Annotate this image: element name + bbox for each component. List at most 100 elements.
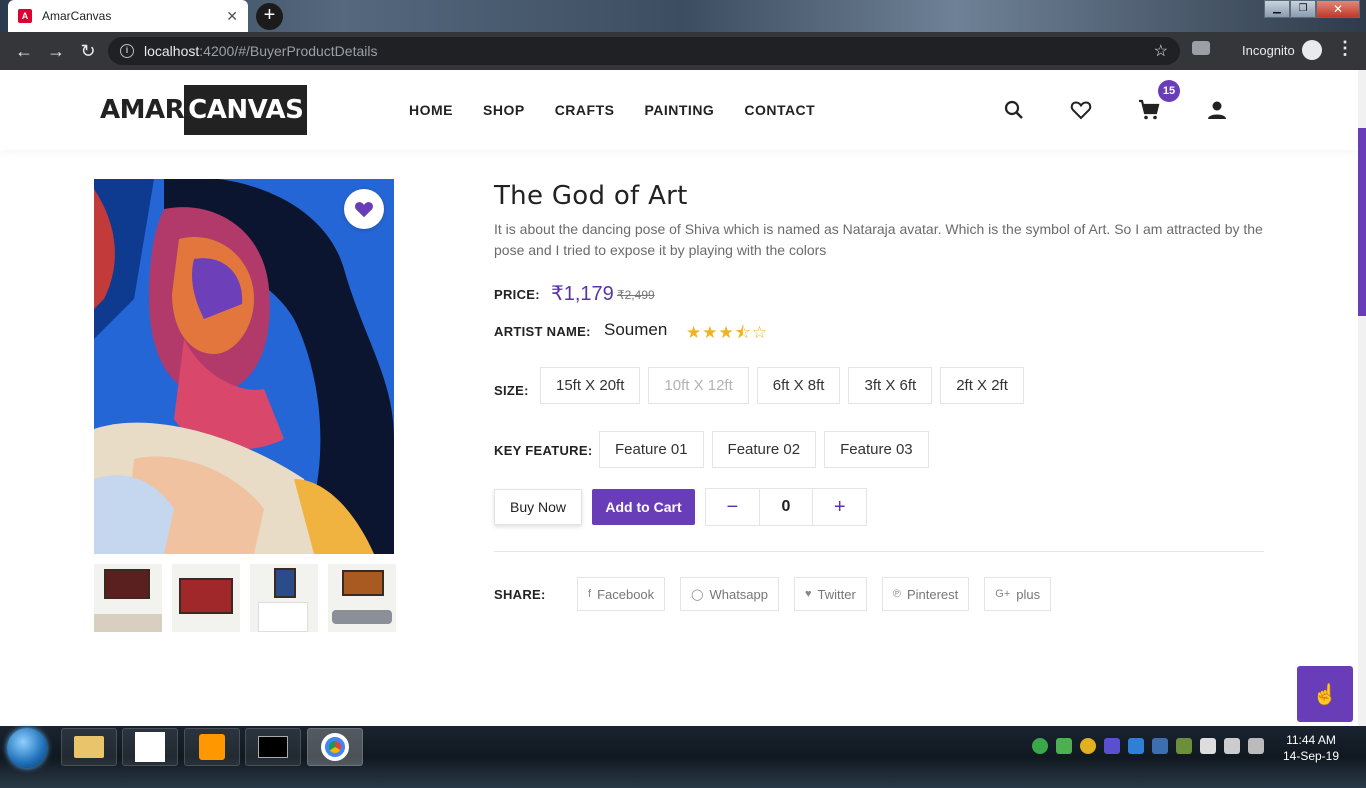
tray-tool-icon[interactable] (1152, 738, 1168, 754)
add-to-cart-button[interactable]: Add to Cart (592, 489, 695, 525)
size-option-2x2[interactable]: 2ft X 2ft (940, 367, 1024, 404)
tray-app-icon[interactable] (1104, 738, 1120, 754)
close-tab-icon[interactable]: ✕ (226, 8, 238, 25)
cart-icon[interactable] (1137, 98, 1161, 122)
thumbnail-4[interactable] (328, 564, 396, 632)
decrease-quantity-button[interactable]: − (706, 489, 759, 525)
pinterest-icon: ℗ (892, 588, 901, 600)
tray-notification-icon[interactable] (1032, 738, 1048, 754)
tab-title: AmarCanvas (42, 9, 112, 23)
painting-portrait-image (94, 179, 394, 554)
rating-stars-icon: ★★★⯪☆ (686, 323, 769, 342)
filled-heart-icon (355, 202, 373, 218)
action-center-flag-icon[interactable] (1200, 738, 1216, 754)
forward-icon[interactable]: → (40, 35, 72, 67)
close-window-button[interactable]: ✕ (1316, 0, 1360, 18)
tray-chrome-icon[interactable] (1080, 738, 1096, 754)
share-facebook-button[interactable]: f Facebook (577, 577, 666, 611)
favorite-button[interactable] (344, 189, 384, 229)
wishlist-heart-icon[interactable] (1069, 98, 1093, 122)
file-explorer-taskbar-icon[interactable] (61, 728, 117, 766)
nav-painting[interactable]: PAINTING (644, 102, 714, 118)
new-tab-button[interactable]: + (256, 3, 283, 30)
size-label: SIZE: (494, 383, 529, 398)
buy-now-button[interactable]: Buy Now (494, 489, 582, 525)
clock-time: 11:44 AM (1286, 733, 1336, 747)
thumbnail-3[interactable] (250, 564, 318, 632)
page-scrollbar-thumb[interactable] (1358, 128, 1366, 316)
incognito-icon[interactable] (1302, 40, 1322, 60)
taskbar-clock[interactable]: 11:44 AM 14-Sep-19 (1278, 732, 1344, 764)
section-divider (494, 551, 1264, 552)
address-bar[interactable]: i localhost:4200/#/BuyerProductDetails ☆ (108, 37, 1180, 65)
thumbnail-2[interactable] (172, 564, 240, 632)
bookmark-star-icon[interactable]: ☆ (1154, 41, 1168, 61)
share-buttons: f Facebook ◯ Whatsapp ♥ Twitter ℗ Pinter… (577, 577, 1052, 611)
account-icon[interactable] (1205, 98, 1229, 122)
system-tray (1032, 738, 1264, 754)
share-label: SHARE: (494, 587, 546, 602)
browser-tab-strip: A AmarCanvas ✕ + ▁ ❐ ✕ (0, 0, 1366, 32)
browser-tab[interactable]: A AmarCanvas ✕ (8, 0, 248, 32)
reload-icon[interactable]: ↻ (72, 35, 104, 67)
size-option-10x12[interactable]: 10ft X 12ft (648, 367, 749, 404)
share-whatsapp-button[interactable]: ◯ Whatsapp (680, 577, 780, 611)
chrome-taskbar-icon[interactable] (307, 728, 363, 766)
share-pinterest-button[interactable]: ℗ Pinterest (881, 577, 970, 611)
site-logo[interactable]: AMAR CANVAS (100, 85, 308, 135)
facebook-icon: f (588, 588, 592, 600)
size-options: 15ft X 20ft 10ft X 12ft 6ft X 8ft 3ft X … (540, 367, 1024, 404)
floating-action-button[interactable]: ☝ (1297, 666, 1353, 722)
search-icon[interactable] (1002, 98, 1026, 122)
share-twitter-button[interactable]: ♥ Twitter (794, 577, 867, 611)
original-price: ₹2,499 (617, 288, 655, 302)
share-twitter-label: Twitter (817, 586, 856, 602)
product-description: It is about the dancing pose of Shiva wh… (494, 221, 1263, 258)
key-feature-label: KEY FEATURE: (494, 443, 593, 458)
tray-check-icon[interactable] (1056, 738, 1072, 754)
volume-icon[interactable] (1248, 738, 1264, 754)
command-prompt-taskbar-icon[interactable] (245, 728, 301, 766)
site-header: AMAR CANVAS HOME SHOP CRAFTS PAINTING CO… (0, 70, 1358, 150)
size-option-6x8[interactable]: 6ft X 8ft (756, 367, 841, 404)
share-googleplus-label: plus (1016, 586, 1041, 602)
nav-contact[interactable]: CONTACT (744, 102, 815, 118)
url-path: :4200/#/BuyerProductDetails (199, 43, 378, 59)
nav-crafts[interactable]: CRAFTS (555, 102, 615, 118)
back-icon[interactable]: ← (8, 35, 40, 67)
current-price: ₹1,179 (551, 283, 614, 305)
network-icon[interactable] (1224, 738, 1240, 754)
share-googleplus-button[interactable]: G+ plus (984, 577, 1052, 611)
sublime-text-taskbar-icon[interactable] (184, 728, 240, 766)
artist-name: Soumen (604, 320, 668, 339)
angular-favicon-icon: A (18, 9, 32, 23)
whatsapp-icon: ◯ (691, 588, 704, 601)
google-plus-icon: G+ (995, 588, 1011, 600)
increase-quantity-button[interactable]: + (813, 489, 866, 525)
artist-label: ARTIST NAME: (494, 324, 591, 339)
tray-network-app-icon[interactable] (1128, 738, 1144, 754)
site-info-icon[interactable]: i (120, 44, 134, 58)
start-button[interactable] (7, 728, 47, 768)
nav-home[interactable]: HOME (409, 102, 453, 118)
nav-shop[interactable]: SHOP (483, 102, 525, 118)
maximize-window-button[interactable]: ❐ (1290, 0, 1316, 18)
thumbnail-1[interactable] (94, 564, 162, 632)
tray-security-icon[interactable] (1176, 738, 1192, 754)
share-pinterest-label: Pinterest (906, 586, 959, 602)
minimize-window-button[interactable]: ▁ (1264, 0, 1290, 18)
quantity-stepper: − 0 + (705, 488, 867, 526)
quantity-value[interactable]: 0 (758, 489, 814, 525)
camera-icon[interactable] (1192, 41, 1210, 55)
share-whatsapp-label: Whatsapp (709, 586, 769, 602)
snipping-tool-taskbar-icon[interactable] (122, 728, 178, 766)
clock-date: 14-Sep-19 (1282, 749, 1340, 763)
cart-count-badge: 15 (1158, 80, 1180, 102)
browser-menu-icon[interactable]: ⋮ (1336, 38, 1354, 59)
product-title: The God of Art (494, 181, 688, 211)
product-thumbnails (94, 564, 396, 632)
feature-chip-1: Feature 01 (599, 431, 704, 468)
product-main-image (94, 179, 394, 554)
size-option-15x20[interactable]: 15ft X 20ft (540, 367, 641, 404)
size-option-3x6[interactable]: 3ft X 6ft (848, 367, 933, 404)
